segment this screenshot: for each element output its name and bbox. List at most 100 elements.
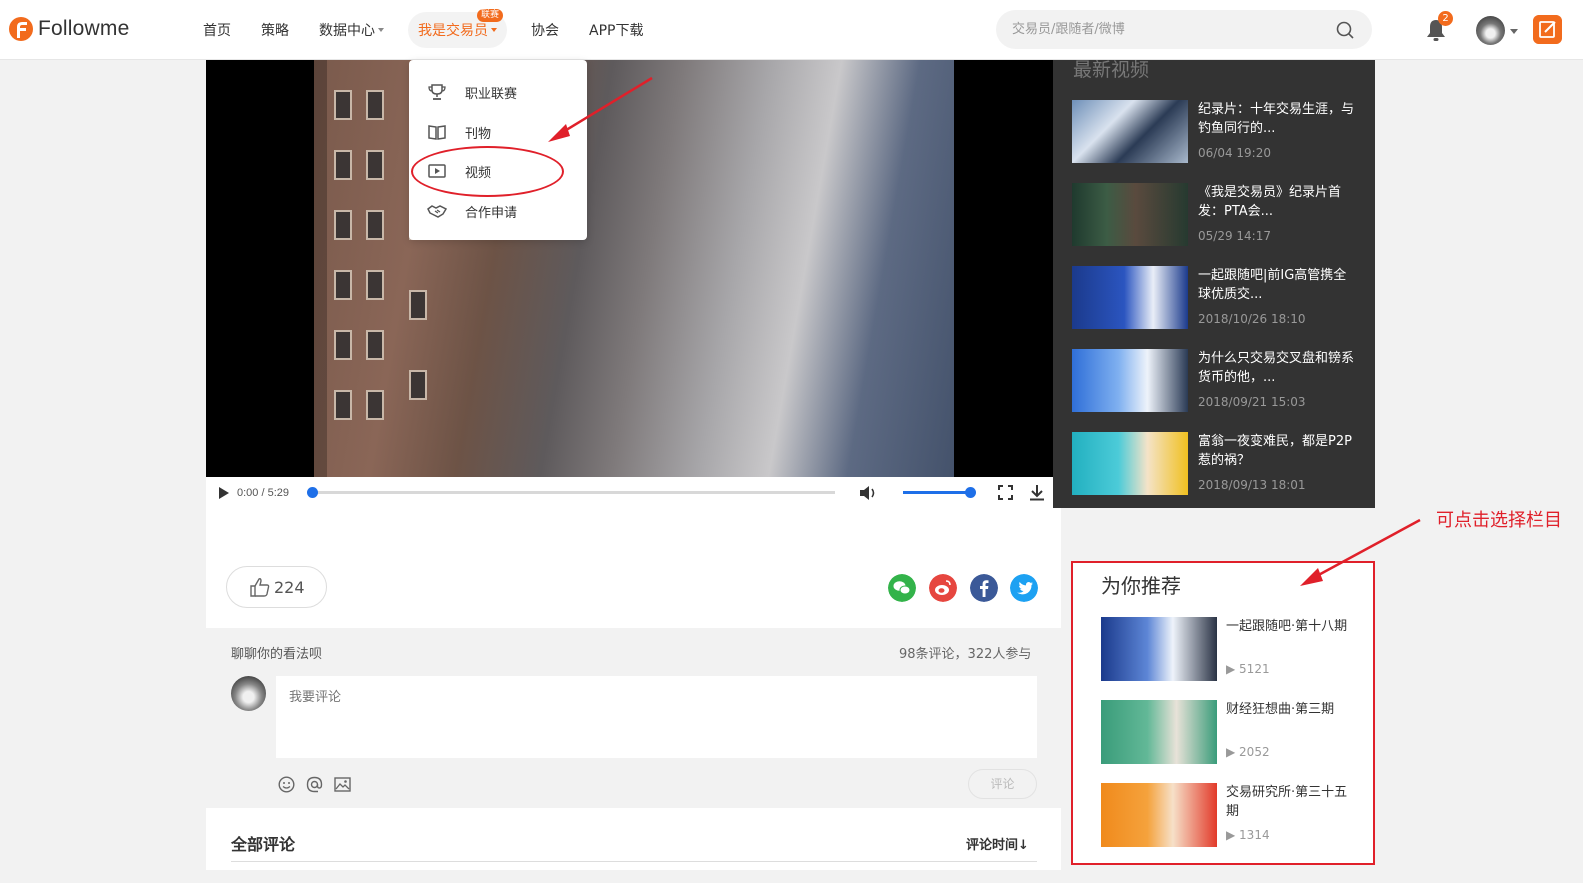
latest-video-title: 为什么只交易交叉盘和镑系货币的他，... <box>1198 351 1355 385</box>
all-comments-title: 全部评论 <box>231 835 296 854</box>
nav-i-am-trader[interactable]: 我是交易员 联赛 <box>408 9 507 48</box>
volume-handle[interactable] <box>965 487 976 498</box>
logo-text: Followme <box>38 17 130 40</box>
download-icon[interactable] <box>1029 484 1045 501</box>
video-scene-detail <box>334 150 352 180</box>
sort-by-time-button[interactable]: 评论时间↓ <box>966 834 1029 853</box>
comment-input[interactable] <box>276 676 1037 758</box>
menu-item-league[interactable]: 职业联赛 <box>427 80 517 104</box>
top-bar: Followme 首页 策略 数据中心 我是交易员联赛 协会 APP下载 2 <box>0 0 1583 60</box>
latest-video-item[interactable]: 富翁一夜变难民，都是P2P惹的祸？ 2018/09/13 18:01 <box>1072 432 1367 498</box>
highlight-ellipse <box>411 146 564 197</box>
wechat-share-icon[interactable] <box>888 574 916 602</box>
menu-item-label: 职业联赛 <box>465 86 518 102</box>
video-thumbnail <box>1072 183 1188 246</box>
latest-video-date: 05/29 14:17 <box>1198 229 1271 243</box>
notification-count: 2 <box>1438 11 1453 26</box>
latest-video-item[interactable]: 一起跟随吧|前IG高管携全球优质交... 2018/10/26 18:10 <box>1072 266 1367 332</box>
nav-strategy[interactable]: 策略 <box>261 12 289 48</box>
video-player[interactable] <box>206 60 1053 477</box>
chevron-down-icon[interactable] <box>1510 29 1518 34</box>
video-scene-detail <box>366 150 384 180</box>
trophy-icon <box>428 84 446 100</box>
video-thumbnail <box>1072 432 1188 495</box>
latest-video-item[interactable]: 为什么只交易交叉盘和镑系货币的他，... 2018/09/21 15:03 <box>1072 349 1367 415</box>
latest-video-item[interactable]: 《我是交易员》纪录片首发：PTA会... 05/29 14:17 <box>1072 183 1367 249</box>
weibo-share-icon[interactable] <box>929 574 957 602</box>
video-scene-detail <box>409 290 427 320</box>
nav-home[interactable]: 首页 <box>203 12 231 48</box>
video-scene-detail <box>334 270 352 300</box>
fullscreen-icon[interactable] <box>998 485 1013 500</box>
search-input[interactable] <box>996 10 1296 49</box>
comment-prompt: 聊聊你的看法呗 <box>231 647 323 662</box>
menu-item-publication[interactable]: 刊物 <box>427 120 491 144</box>
facebook-share-icon[interactable] <box>970 574 998 602</box>
video-scene-detail <box>409 370 427 400</box>
divider <box>231 861 1037 862</box>
latest-video-title: 一起跟随吧|前IG高管携全球优质交... <box>1198 268 1347 302</box>
emoji-icon[interactable] <box>278 776 295 793</box>
nav-association-label: 协会 <box>531 23 559 39</box>
latest-videos-title: 最新视频 <box>1073 60 1150 81</box>
nav-strategy-label: 策略 <box>261 23 289 39</box>
play-icon[interactable] <box>218 486 230 500</box>
video-scene-detail <box>366 390 384 420</box>
twitter-share-icon[interactable] <box>1010 574 1038 602</box>
video-scene-detail <box>334 330 352 360</box>
video-controls: 0:00 / 5:29 <box>206 477 1053 508</box>
logo[interactable]: Followme <box>8 14 129 44</box>
nav-data-center[interactable]: 数据中心 <box>319 12 384 48</box>
menu-item-cooperation[interactable]: 合作申请 <box>427 199 517 223</box>
followme-logo-icon <box>9 17 33 41</box>
like-button[interactable]: 224 <box>226 566 327 608</box>
latest-video-date: 2018/09/13 18:01 <box>1198 478 1306 492</box>
nav-data-center-label: 数据中心 <box>319 23 375 39</box>
video-thumbnail <box>1072 266 1188 329</box>
video-scene-detail <box>334 210 352 240</box>
main-nav: 首页 策略 数据中心 我是交易员 联赛 协会 APP下载 <box>203 0 673 60</box>
latest-video-title: 纪录片：十年交易生涯，与钓鱼同行的... <box>1198 102 1355 136</box>
nav-home-label: 首页 <box>203 23 231 39</box>
at-mention-icon[interactable] <box>306 776 323 793</box>
search-icon[interactable] <box>1336 21 1354 39</box>
latest-video-date: 06/04 19:20 <box>1198 146 1271 160</box>
edit-icon[interactable] <box>1533 15 1562 44</box>
image-upload-icon[interactable] <box>334 776 351 793</box>
comment-stats: 98条评论，322人参与 <box>899 647 1032 662</box>
video-thumbnail <box>1072 100 1188 163</box>
menu-item-label: 刊物 <box>465 126 492 142</box>
chevron-down-icon <box>491 28 497 32</box>
annotation-text: 可点击选择栏目 <box>1436 510 1562 531</box>
latest-video-title: 富翁一夜变难民，都是P2P惹的祸？ <box>1198 434 1352 468</box>
engagement-area <box>206 508 1061 628</box>
latest-video-date: 2018/10/26 18:10 <box>1198 312 1306 326</box>
book-icon <box>428 125 446 140</box>
video-time: 0:00 / 5:29 <box>237 486 289 499</box>
video-scene-detail <box>366 90 384 120</box>
video-progress-bar[interactable] <box>307 487 835 498</box>
comment-submit-button[interactable]: 评论 <box>968 769 1037 799</box>
volume-slider[interactable] <box>903 487 976 498</box>
nav-app-download[interactable]: APP下载 <box>589 12 643 48</box>
nav-i-am-trader-label: 我是交易员 <box>418 23 488 39</box>
video-scene-detail <box>366 270 384 300</box>
avatar[interactable] <box>1476 16 1505 45</box>
latest-videos-panel: 最新视频 纪录片：十年交易生涯，与钓鱼同行的... 06/04 19:20 《我… <box>1053 60 1375 508</box>
latest-video-date: 2018/09/21 15:03 <box>1198 395 1306 409</box>
nav-app-download-label: APP下载 <box>589 23 644 39</box>
latest-video-title: 《我是交易员》纪录片首发：PTA会... <box>1198 185 1342 219</box>
thumbs-up-icon <box>250 578 270 597</box>
video-scene-detail <box>334 390 352 420</box>
video-scene-detail <box>366 330 384 360</box>
video-progress-handle[interactable] <box>307 487 318 498</box>
handshake-icon <box>427 205 447 218</box>
nav-association[interactable]: 协会 <box>531 12 559 48</box>
volume-icon[interactable] <box>858 484 878 502</box>
highlight-box <box>1071 561 1375 865</box>
latest-video-item[interactable]: 纪录片：十年交易生涯，与钓鱼同行的... 06/04 19:20 <box>1072 100 1367 166</box>
avatar <box>231 676 266 711</box>
search-box <box>996 10 1372 49</box>
video-scene-detail <box>334 90 352 120</box>
like-count: 224 <box>274 577 305 597</box>
